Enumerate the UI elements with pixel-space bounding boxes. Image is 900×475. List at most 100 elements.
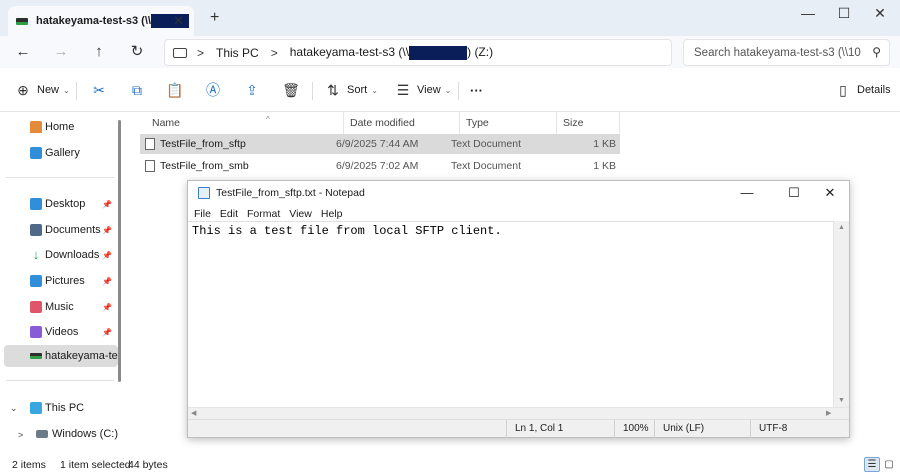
pictures-icon bbox=[30, 275, 42, 287]
sidebar-item-this-pc[interactable]: This PC bbox=[4, 397, 118, 419]
computer-icon bbox=[30, 402, 42, 414]
sidebar-item-documents[interactable]: Documents 📌 bbox=[4, 219, 118, 241]
sidebar-divider bbox=[6, 177, 114, 178]
videos-icon bbox=[30, 326, 42, 338]
sidebar-item-windows-c[interactable]: Windows (C:) bbox=[4, 423, 118, 445]
toolbar-divider bbox=[458, 82, 459, 100]
menu-file[interactable]: File bbox=[194, 208, 211, 220]
maximize-button[interactable]: ☐ bbox=[832, 5, 856, 22]
menu-help[interactable]: Help bbox=[321, 208, 343, 220]
column-header-date-modified[interactable]: Date modified bbox=[344, 112, 460, 134]
sidebar-item-home[interactable]: Home bbox=[4, 116, 118, 138]
sidebar-item-network-drive[interactable]: hatakeyama-tes bbox=[4, 345, 118, 367]
scroll-left-icon[interactable]: ◀ bbox=[191, 409, 196, 417]
column-header-type[interactable]: Type bbox=[460, 112, 557, 134]
toolbar-divider bbox=[312, 82, 313, 100]
scroll-down-icon[interactable]: ▼ bbox=[838, 397, 845, 404]
drive-icon bbox=[36, 430, 48, 438]
notepad-maximize-button[interactable]: ☐ bbox=[782, 185, 806, 201]
command-bar: ⊕ New ⌄ ✂ ⧉ 📋 Ⓐ ⇪ 🗑 ⇅ Sort ⌄ ☰ View ⌄ ··… bbox=[0, 68, 900, 112]
trash-icon: 🗑 bbox=[282, 81, 300, 98]
pin-icon[interactable]: 📌 bbox=[102, 277, 112, 286]
chevron-down-icon: ⌄ bbox=[371, 85, 378, 95]
notepad-title: TestFile_from_sftp.txt - Notepad bbox=[216, 187, 365, 199]
pin-icon[interactable]: 📌 bbox=[102, 303, 112, 312]
breadcrumb-this-pc[interactable]: This PC bbox=[216, 46, 259, 60]
clipboard-icon: 📋 bbox=[166, 81, 184, 98]
address-bar[interactable]: > This PC > hatakeyama-test-s3 (\\) (Z:) bbox=[164, 39, 672, 66]
sidebar-item-desktop[interactable]: Desktop 📌 bbox=[4, 193, 118, 215]
pin-icon[interactable]: 📌 bbox=[102, 200, 112, 209]
more-options-button[interactable]: ··· bbox=[470, 80, 483, 100]
tab-close-icon[interactable]: ✕ bbox=[173, 13, 184, 29]
details-view-button[interactable]: ☰ bbox=[864, 457, 880, 472]
share-button[interactable]: ⇪ bbox=[243, 80, 261, 100]
notepad-text-area[interactable]: This is a test file from local SFTP clie… bbox=[188, 221, 833, 407]
share-icon: ⇪ bbox=[246, 81, 258, 98]
breadcrumb-drive[interactable]: hatakeyama-test-s3 (\\) (Z:) bbox=[290, 45, 493, 60]
tiles-icon: ▢ bbox=[884, 459, 894, 470]
back-button[interactable]: ← bbox=[12, 42, 34, 62]
details-pane-button[interactable]: ▯ Details bbox=[834, 80, 890, 100]
notepad-close-button[interactable]: ✕ bbox=[818, 185, 842, 201]
music-icon bbox=[30, 301, 42, 313]
menu-format[interactable]: Format bbox=[247, 208, 280, 220]
navigation-bar: ← → ↑ ↻ > This PC > hatakeyama-test-s3 (… bbox=[0, 36, 900, 68]
view-button[interactable]: ☰ View ⌄ bbox=[394, 80, 452, 100]
sidebar-item-downloads[interactable]: ↓ Downloads 📌 bbox=[4, 244, 118, 266]
status-selected: 1 item selected bbox=[60, 459, 131, 471]
column-header-size[interactable]: Size bbox=[557, 112, 620, 134]
refresh-button[interactable]: ↻ bbox=[126, 42, 148, 62]
cut-button[interactable]: ✂ bbox=[90, 80, 108, 100]
close-button[interactable]: ✕ bbox=[868, 5, 892, 22]
tab-active[interactable]: hatakeyama-test-s3 (\\ ✕ bbox=[8, 6, 194, 36]
desktop-icon bbox=[30, 198, 42, 210]
copy-button[interactable]: ⧉ bbox=[128, 80, 146, 100]
menu-edit[interactable]: Edit bbox=[220, 208, 238, 220]
sidebar-item-music[interactable]: Music 📌 bbox=[4, 296, 118, 318]
sort-button[interactable]: ⇅ Sort ⌄ bbox=[324, 80, 378, 100]
search-input[interactable]: Search hatakeyama-test-s3 (\\10 ⚲ bbox=[683, 39, 890, 66]
notepad-vertical-scrollbar[interactable]: ▲ ▼ bbox=[833, 221, 849, 407]
up-button[interactable]: ↑ bbox=[88, 42, 110, 62]
scroll-right-icon[interactable]: ▶ bbox=[826, 409, 831, 417]
pin-icon[interactable]: 📌 bbox=[102, 328, 112, 337]
chevron-down-icon: ⌄ bbox=[444, 85, 452, 95]
pin-icon[interactable]: 📌 bbox=[102, 251, 112, 260]
navigation-pane: Home Gallery Desktop 📌 Documents 📌 ↓ Dow… bbox=[0, 112, 124, 453]
scroll-up-icon[interactable]: ▲ bbox=[838, 224, 845, 231]
details-pane-icon: ▯ bbox=[839, 81, 847, 98]
rename-button[interactable]: Ⓐ bbox=[204, 80, 222, 100]
minimize-button[interactable]: — bbox=[796, 5, 820, 21]
cursor-position: Ln 1, Col 1 bbox=[506, 420, 614, 438]
plus-circle-icon: ⊕ bbox=[17, 81, 29, 98]
column-header-name[interactable]: Name ^ bbox=[146, 112, 344, 134]
sidebar-item-gallery[interactable]: Gallery bbox=[4, 142, 118, 164]
breadcrumb-chevron-icon: > bbox=[270, 45, 278, 60]
delete-button[interactable]: 🗑 bbox=[282, 80, 300, 100]
text-document-icon bbox=[145, 160, 155, 172]
menu-view[interactable]: View bbox=[289, 208, 312, 220]
sidebar-item-videos[interactable]: Videos 📌 bbox=[4, 321, 118, 343]
sidebar-scrollbar[interactable] bbox=[118, 120, 121, 382]
notepad-minimize-button[interactable]: — bbox=[735, 185, 759, 200]
computer-icon bbox=[173, 47, 187, 58]
new-button[interactable]: ⊕ New ⌄ bbox=[14, 80, 70, 100]
file-row[interactable]: TestFile_from_smb 6/9/2025 7:02 AM Text … bbox=[140, 156, 620, 176]
encoding: UTF-8 bbox=[750, 420, 849, 438]
status-size: 44 bytes bbox=[128, 459, 168, 471]
status-bar: 2 items 1 item selected 44 bytes ☰ ▢ bbox=[0, 453, 900, 475]
file-row[interactable]: TestFile_from_sftp 6/9/2025 7:44 AM Text… bbox=[140, 134, 620, 154]
pin-icon[interactable]: 📌 bbox=[102, 226, 112, 235]
line-endings: Unix (LF) bbox=[654, 420, 750, 438]
title-bar: hatakeyama-test-s3 (\\ ✕ + — ☐ ✕ bbox=[0, 0, 900, 36]
paste-button[interactable]: 📋 bbox=[166, 80, 184, 100]
forward-button[interactable]: → bbox=[50, 42, 72, 62]
notepad-icon bbox=[198, 187, 210, 199]
tiles-view-button[interactable]: ▢ bbox=[881, 457, 897, 472]
list-icon: ☰ bbox=[867, 459, 877, 470]
sidebar-item-pictures[interactable]: Pictures 📌 bbox=[4, 270, 118, 292]
download-arrow-icon: ↓ bbox=[32, 247, 40, 262]
new-tab-button[interactable]: + bbox=[210, 9, 219, 27]
notepad-horizontal-scrollbar[interactable]: ◀ ▶ bbox=[188, 407, 849, 419]
